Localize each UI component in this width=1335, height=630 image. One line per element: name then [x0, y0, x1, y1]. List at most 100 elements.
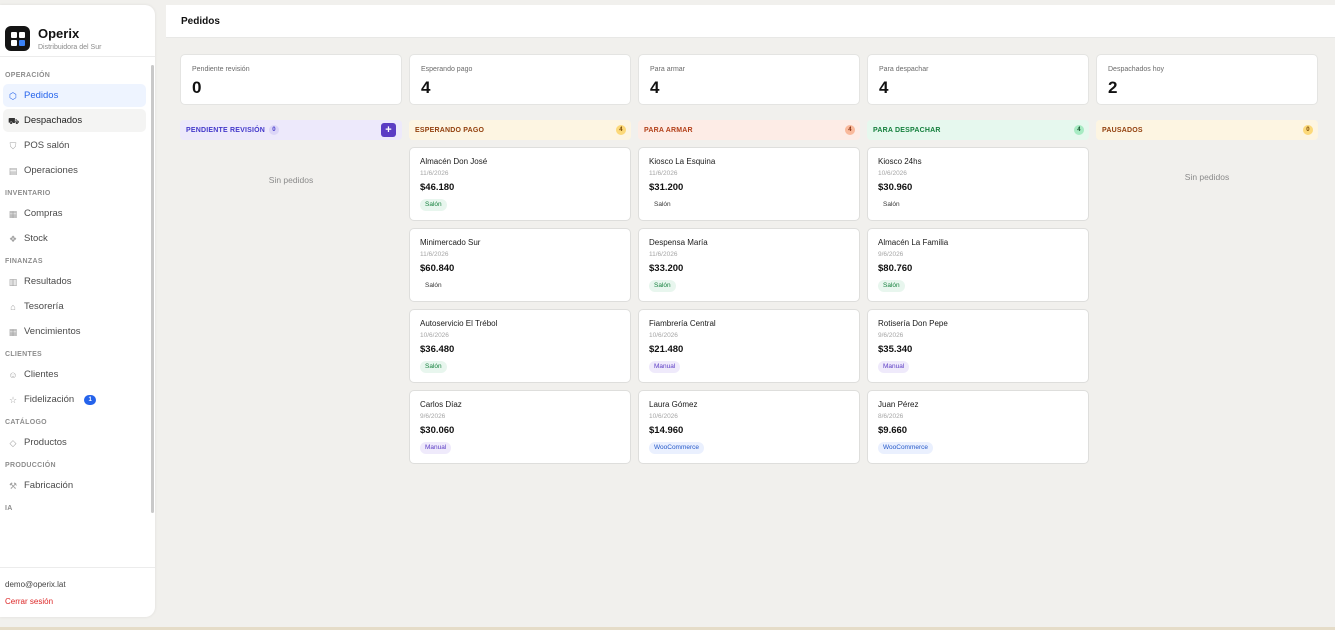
kanban-column: PAUSADOS 0 Sin pedidos — [1096, 120, 1318, 464]
order-total: $9.660 — [878, 425, 908, 436]
sidebar-footer: demo@operix.lat Cerrar sesión — [0, 567, 155, 617]
order-customer: Almacén La Familia — [878, 238, 949, 247]
order-date: 9/6/2026 — [878, 332, 904, 339]
sidebar-item-vencimientos[interactable]: ▦ Vencimientos — [3, 320, 146, 343]
column-count-badge: 4 — [616, 125, 626, 135]
tag-icon: ◇ — [9, 437, 17, 448]
box-icon: ⬡ — [9, 90, 17, 101]
order-card[interactable]: Almacén La Familia 9/6/2026 $80.760 Salón — [867, 228, 1089, 302]
order-card[interactable]: Juan Pérez 8/6/2026 $9.660 WooCommerce — [867, 390, 1089, 464]
order-date: 10/6/2026 — [649, 332, 678, 339]
sidebar-item-label: Fabricación — [24, 480, 74, 491]
order-channel-badge: Salón — [420, 361, 447, 373]
order-total: $80.760 — [878, 263, 913, 274]
order-card[interactable]: Kiosco La Esquina 11/6/2026 $31.200 Salón — [638, 147, 860, 221]
order-channel-badge: WooCommerce — [878, 442, 934, 454]
order-card[interactable]: Minimercado Sur 11/6/2026 $60.840 Salón — [409, 228, 631, 302]
nav-section-title: CATÁLOGO — [5, 419, 47, 426]
notification-badge: 1 — [84, 394, 97, 405]
order-card[interactable]: Kiosco 24hs 10/6/2026 $30.960 Salón — [867, 147, 1089, 221]
order-card[interactable]: Autoservicio El Trébol 10/6/2026 $36.480 Sa… — [409, 309, 631, 383]
sidebar-item-label: Clientes — [24, 369, 59, 380]
order-card[interactable]: Fiambrería Central 10/6/2026 $21.480 Manual — [638, 309, 860, 383]
add-order-button[interactable]: + — [381, 123, 396, 137]
column-title: PENDIENTE REVISIÓN — [186, 126, 266, 134]
order-card[interactable]: Laura Gómez 10/6/2026 $14.960 WooCommerce — [638, 390, 860, 464]
sidebar-item-pos-sal-n[interactable]: ⛉ POS salón — [3, 134, 146, 157]
page-title: Pedidos — [181, 16, 220, 27]
logout-link[interactable]: Cerrar sesión — [5, 597, 150, 606]
sidebar-scrollbar[interactable] — [151, 65, 154, 513]
sidebar-item-fidelizaci-n[interactable]: ☆ Fidelización 1 — [3, 388, 146, 411]
sidebar-item-tesorer-a[interactable]: ⌂ Tesorería — [3, 295, 146, 318]
order-total: $46.180 — [420, 182, 455, 193]
kanban-column: PARA ARMAR 4 Kiosco La Esquina 11/6/2026 $31… — [638, 120, 860, 464]
sidebar-item-fabricaci-n[interactable]: ⚒ Fabricación — [3, 474, 146, 497]
order-customer: Despensa María — [649, 238, 708, 247]
order-channel-badge: Salón — [649, 199, 676, 211]
order-date: 9/6/2026 — [420, 413, 446, 420]
sidebar-item-label: Pedidos — [24, 90, 59, 101]
order-total: $33.200 — [649, 263, 684, 274]
order-date: 10/6/2026 — [878, 170, 907, 177]
order-date: 8/6/2026 — [878, 413, 904, 420]
order-channel-badge: WooCommerce — [649, 442, 705, 454]
sidebar-item-label: Tesorería — [24, 301, 64, 312]
user-email: demo@operix.lat — [5, 580, 66, 589]
empty-state: Sin pedidos — [1184, 172, 1230, 182]
nav-section-title: INVENTARIO — [5, 190, 51, 197]
column-count-badge: 4 — [845, 125, 855, 135]
order-customer: Kiosco La Esquina — [649, 157, 716, 166]
sidebar-item-pedidos[interactable]: ⬡ Pedidos — [3, 84, 146, 107]
stat-label: Para despachar — [879, 66, 929, 73]
column-header: PENDIENTE REVISIÓN 0 + — [180, 120, 402, 140]
column-title: PAUSADOS — [1102, 126, 1143, 134]
nav-section-title: PRODUCCIÓN — [5, 462, 56, 469]
sidebar: Operix Distribuidora del Sur OPERACIÓN ⬡ P… — [0, 5, 155, 617]
column-header: PARA ARMAR 4 — [638, 120, 860, 140]
calendar-icon: ▦ — [8, 208, 18, 219]
stat-value: 4 — [879, 78, 889, 97]
order-customer: Autoservicio El Trébol — [420, 319, 498, 328]
sidebar-item-resultados[interactable]: ▥ Resultados — [3, 270, 146, 293]
users-icon: ☺ — [8, 369, 18, 380]
sidebar-item-operaciones[interactable]: ▤ Operaciones — [3, 159, 146, 182]
stat-card: Para despachar 4 — [867, 54, 1089, 105]
sidebar-item-label: Fidelización — [24, 394, 75, 405]
nav-section-title: IA — [5, 505, 13, 512]
stat-card: Despachados hoy 2 — [1096, 54, 1318, 105]
column-title: PARA DESPACHAR — [873, 126, 941, 134]
nav-section-title: OPERACIÓN — [5, 72, 51, 79]
sidebar-item-clientes[interactable]: ☺ Clientes — [3, 363, 146, 386]
order-total: $14.960 — [649, 425, 684, 436]
order-card[interactable]: Despensa María 11/6/2026 $33.200 Salón — [638, 228, 860, 302]
order-date: 11/6/2026 — [420, 170, 449, 177]
sidebar-item-label: Operaciones — [24, 165, 78, 176]
order-total: $30.060 — [420, 425, 455, 436]
order-card[interactable]: Almacén Don José 11/6/2026 $46.180 Salón — [409, 147, 631, 221]
kanban-column: PARA DESPACHAR 4 Kiosco 24hs 10/6/2026 $30.9… — [867, 120, 1089, 464]
stat-label: Despachados hoy — [1108, 66, 1165, 73]
order-customer: Juan Pérez — [878, 400, 919, 409]
order-total: $36.480 — [420, 344, 455, 355]
order-card[interactable]: Carlos Díaz 9/6/2026 $30.060 Manual — [409, 390, 631, 464]
stat-label: Esperando pago — [421, 66, 473, 73]
sidebar-item-compras[interactable]: ▦ Compras — [3, 202, 146, 225]
order-customer: Laura Gómez — [649, 400, 698, 409]
order-customer: Carlos Díaz — [420, 400, 462, 409]
column-title: PARA ARMAR — [644, 126, 693, 134]
sidebar-item-stock[interactable]: ❖ Stock — [3, 227, 146, 250]
document-icon: ▤ — [8, 165, 18, 176]
nav-section-title: CLIENTES — [5, 351, 43, 358]
brand[interactable]: Operix Distribuidora del Sur — [0, 5, 155, 57]
order-customer: Fiambrería Central — [649, 319, 716, 328]
operix-logo-icon — [5, 25, 30, 51]
sidebar-item-productos[interactable]: ◇ Productos — [3, 431, 146, 454]
stat-value: 2 — [1108, 78, 1118, 97]
order-card[interactable]: Rotisería Don Pepe 9/6/2026 $35.340 Manual — [867, 309, 1089, 383]
column-count-badge: 4 — [1074, 125, 1084, 135]
sidebar-item-despachados[interactable]: ⛟ Despachados — [3, 109, 146, 132]
sidebar-item-label: POS salón — [24, 140, 70, 151]
brand-name: Operix — [38, 25, 80, 41]
calendar-icon: ▦ — [8, 326, 18, 337]
